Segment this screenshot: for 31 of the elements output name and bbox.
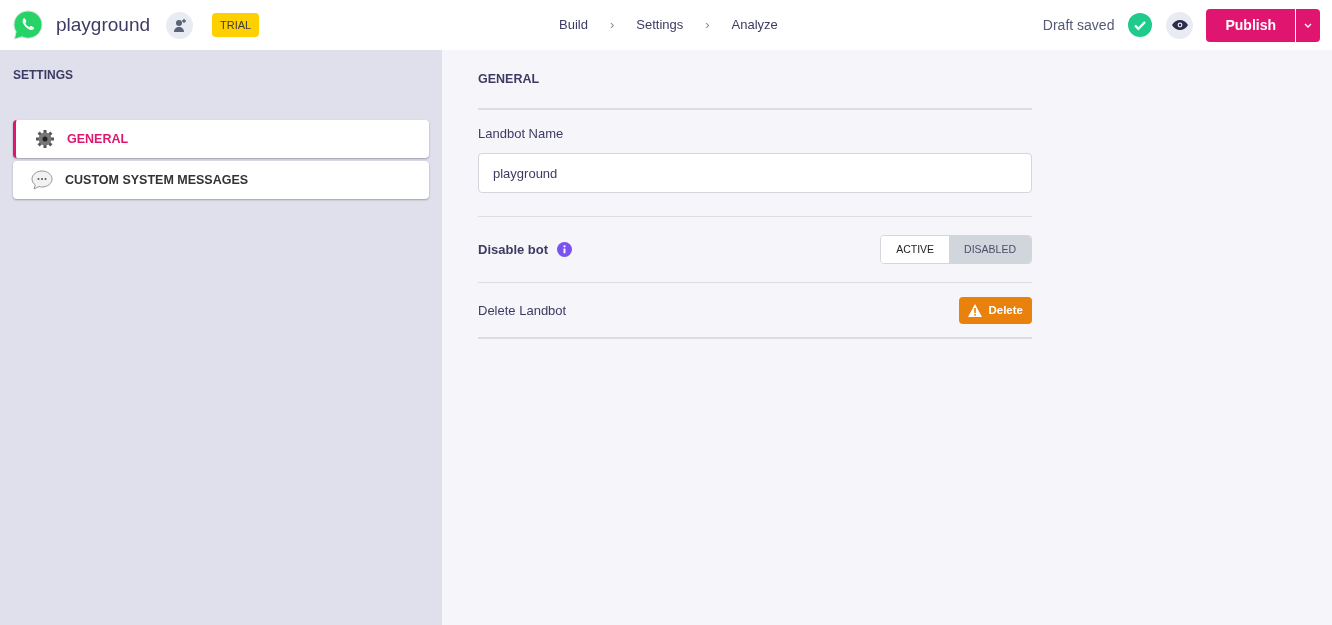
name-input-field[interactable]: playground	[478, 153, 1032, 194]
speech-bubble-icon	[31, 170, 53, 190]
info-icon	[557, 242, 573, 258]
setting-label: Disable bot	[478, 241, 549, 259]
gear-icon	[35, 129, 55, 149]
setting-label: Delete Landbot	[478, 301, 567, 320]
eye-icon	[1171, 20, 1188, 30]
sidebar-title: SETTINGS	[13, 67, 74, 84]
breadcrumb-separator: ›	[609, 16, 615, 35]
publish-button[interactable]: Publish	[1206, 8, 1295, 42]
breadcrumb-separator: ›	[705, 16, 710, 35]
publish-menu-button[interactable]	[1296, 8, 1320, 42]
toggle-option[interactable]: ACTIVE	[881, 236, 950, 264]
section-title: GENERAL	[478, 70, 1032, 110]
caret-icon	[1304, 22, 1312, 28]
add-user-button[interactable]	[166, 11, 194, 39]
save-status: Draft saved	[1042, 15, 1115, 35]
sidebar-item[interactable]: GENERAL	[13, 120, 429, 158]
check-icon	[1128, 13, 1153, 37]
preview-button[interactable]	[1166, 11, 1194, 39]
field-label: Landbot Name	[478, 124, 565, 143]
trial-badge: TRIAL	[212, 12, 260, 38]
nav-link[interactable]: Build	[559, 15, 588, 35]
chat-logo-icon	[12, 9, 44, 41]
nav-link[interactable]: Settings	[636, 15, 684, 35]
warning-icon	[968, 303, 983, 317]
add-user-icon	[172, 18, 187, 32]
sidebar-item[interactable]: CUSTOM SYSTEM MESSAGES	[13, 161, 429, 199]
bot-name: playground	[56, 12, 151, 37]
nav-link[interactable]: Analyze	[731, 15, 778, 35]
toggle-option[interactable]: DISABLED	[949, 236, 1031, 264]
